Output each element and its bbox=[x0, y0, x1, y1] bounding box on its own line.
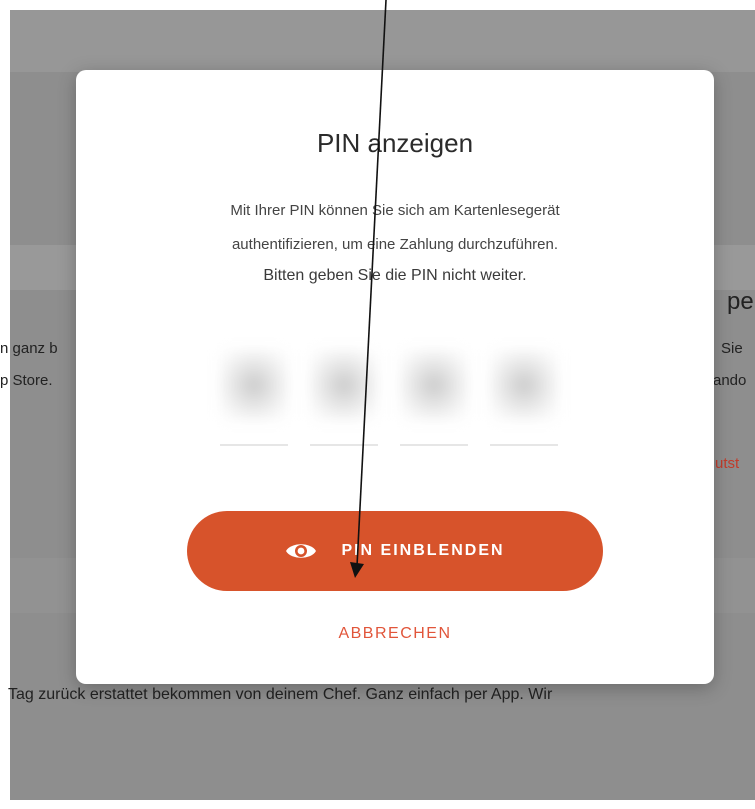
background-left-text: n ganz b p Store. bbox=[0, 330, 77, 400]
pin-display bbox=[220, 340, 560, 450]
background-text: Sie bbox=[721, 340, 743, 357]
pin-digit-blurred bbox=[310, 350, 378, 420]
pin-digit-blurred bbox=[490, 350, 558, 420]
pin-digit-blurred bbox=[400, 350, 468, 420]
show-pin-label: PIN EINBLENDEN bbox=[341, 542, 505, 559]
pin-digit-slot bbox=[220, 340, 288, 450]
background-bottom-text: Tag zurück erstattet bekommen von deinem… bbox=[8, 686, 553, 703]
pin-modal: PIN anzeigen Mit Ihrer PIN können Sie si… bbox=[76, 70, 714, 684]
modal-description-line: authentifizieren, um eine Zahlung durchz… bbox=[231, 236, 559, 253]
background-text: p Store. bbox=[0, 372, 53, 389]
pin-digit-blurred bbox=[220, 350, 288, 420]
pin-underline bbox=[400, 444, 468, 446]
modal-description: Mit Ihrer PIN können Sie sich am Kartenl… bbox=[176, 194, 614, 262]
background-band bbox=[10, 10, 755, 72]
show-pin-button[interactable]: PIN EINBLENDEN bbox=[187, 511, 603, 591]
modal-title: PIN anzeigen bbox=[316, 128, 474, 158]
pin-digit-slot bbox=[490, 340, 558, 450]
pin-digit-slot bbox=[400, 340, 468, 450]
background-right-text: pen Sie ando utst bbox=[713, 280, 755, 480]
pin-digit-slot bbox=[310, 340, 378, 450]
background-text: ando bbox=[713, 372, 747, 389]
eye-icon bbox=[286, 544, 317, 558]
cancel-button[interactable]: ABBRECHEN bbox=[76, 625, 714, 643]
modal-warning: Bitten geben Sie die PIN nicht weiter. bbox=[263, 267, 527, 284]
background-text: n ganz b bbox=[0, 340, 58, 357]
pin-underline bbox=[220, 444, 288, 446]
modal-description-line: Mit Ihrer PIN können Sie sich am Kartenl… bbox=[230, 202, 560, 219]
pin-underline bbox=[310, 444, 378, 446]
background-link: utst bbox=[715, 455, 740, 472]
pin-underline bbox=[490, 444, 558, 446]
background-heading: pen bbox=[727, 288, 755, 315]
